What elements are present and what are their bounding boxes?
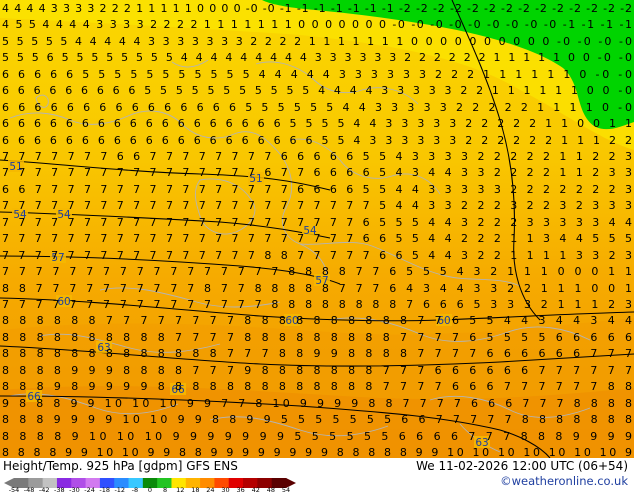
weather-map: 51 51 54 54 54 57 57 60 60 60 63 63 66 66 4 4 4 4 3 3…	[0, 0, 634, 458]
temp-digit-row: 7 7 7 7 7 7 7 7 7 7 7 7 7 7 7 7 7 7 7 7 …	[2, 232, 632, 245]
credit-link[interactable]: ©weatheronline.co.uk	[500, 474, 628, 488]
color-scale: -54 -48 -42 -38 -30 -24 -18 -12 -8 0 8 12 18 24 30 36 42…	[4, 474, 296, 494]
valid-time: We 11-02-2026 12:00 UTC (06+54)	[416, 459, 628, 473]
scale-tick-label: 24	[206, 486, 215, 494]
temp-digit-row: 7 7 7 7 7 7 7 7 7 7 7 7 7 7 7 7 8 8 8 8 …	[2, 298, 632, 311]
scale-tick-label: 12	[176, 486, 185, 494]
scale-tick-label: 8	[163, 486, 168, 494]
temp-digit-row: 5 5 5 5 5 4 4 4 4 4 3 3 3 3 3 3 3 2 2 2 …	[2, 35, 632, 48]
scale-tick-label: 54	[281, 486, 291, 494]
temp-digit-row: 7 7 7 7 7 7 7 7 7 7 7 7 7 7 7 7 6 7 7 6 …	[2, 166, 632, 179]
scale-tick-label: -24	[84, 486, 95, 494]
temp-digit-row: 6 6 7 7 7 7 7 7 7 7 7 7 7 7 7 7 7 7 6 6 …	[2, 183, 632, 196]
map-title: Height/Temp. 925 hPa [gdpm] GFS ENS	[3, 459, 238, 473]
scale-tick-label: -48	[23, 486, 35, 494]
temp-digit-row: 8 8 7 7 7 7 7 7 7 7 7 7 8 7 7 8 8 8 8 8 …	[2, 282, 632, 295]
temp-digit-row: 7 7 7 7 7 7 7 7 7 7 7 7 7 7 7 7 7 7 7 7 …	[2, 216, 632, 229]
temp-digit-row: 7 7 7 7 7 7 7 6 6 7 7 7 7 7 7 7 7 6 6 6 …	[2, 150, 632, 163]
scale-tick-label: 0	[147, 486, 153, 494]
scale-tick-label: -30	[69, 486, 80, 494]
scale-tick-label: 30	[221, 486, 230, 494]
map-footer: Height/Temp. 925 hPa [gdpm] GFS ENS We 1…	[0, 458, 634, 494]
scale-tick-label: 42	[251, 486, 260, 494]
scale-tick-label: -54	[8, 486, 20, 494]
scale-tick-label: -42	[38, 486, 50, 494]
scale-tick-label: -38	[54, 486, 65, 494]
temp-digit-row: 7 7 7 7 7 7 7 7 7 7 7 7 7 7 7 7 7 7 7 7 …	[2, 199, 632, 212]
temp-digit-row: 7 7 7 7 7 7 7 7 7 7 7 7 7 7 7 7 7 8 8 8 …	[2, 265, 632, 278]
temp-digit-row: 7 7 7 7 7 7 7 7 7 7 7 7 7 7 7 7 8 8 7 7 …	[2, 249, 632, 262]
temp-digit-row: 8 8 8 8 9 9 10 10 9 9 8 8 9 9 9 9 9 9 9 …	[2, 446, 632, 458]
scale-tick-label: 48	[266, 486, 276, 494]
scale-tick-label: -18	[99, 486, 110, 494]
temp-digit-row: 4 4 4 4 3 3 3 3 2 2 2 1 1 1 1 1 0 0 0 0 …	[2, 2, 632, 15]
scale-tick-label: -12	[114, 486, 126, 494]
scale-tick-label: 18	[191, 486, 200, 494]
scale-tick-label: -8	[131, 486, 139, 494]
scale-tick-label: 36	[236, 486, 245, 494]
temp-digit-row: 5 5 5 6 5 5 5 5 5 5 5 5 4 4 4 4 4 4 4 4 …	[2, 51, 632, 64]
